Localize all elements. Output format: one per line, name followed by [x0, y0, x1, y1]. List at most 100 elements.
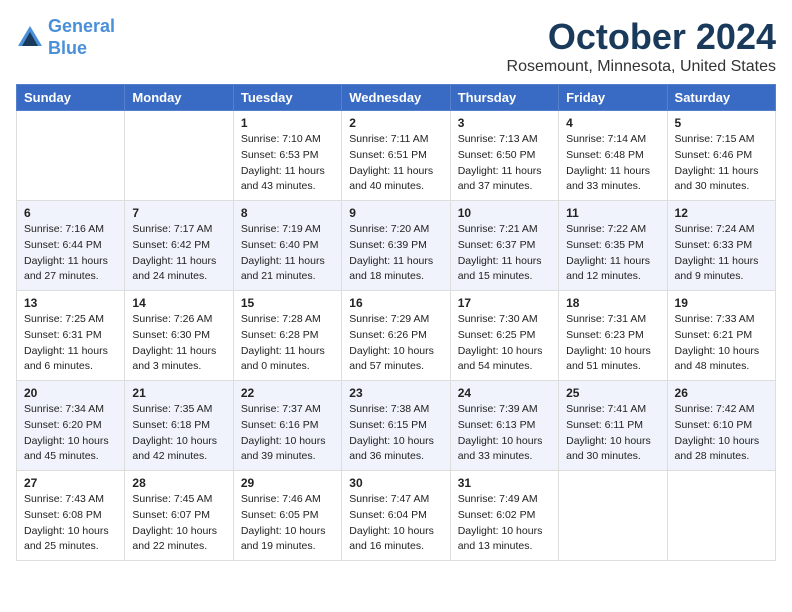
daylight: Daylight: 10 hours and 13 minutes.	[458, 525, 543, 553]
sunrise: Sunrise: 7:26 AM	[132, 313, 212, 325]
sunrise: Sunrise: 7:35 AM	[132, 403, 212, 415]
day-info: Sunrise: 7:20 AMSunset: 6:39 PMDaylight:…	[349, 222, 442, 285]
daylight: Daylight: 10 hours and 45 minutes.	[24, 435, 109, 463]
sunset: Sunset: 6:50 PM	[458, 149, 536, 161]
sunrise: Sunrise: 7:24 AM	[675, 223, 755, 235]
calendar-cell: 6Sunrise: 7:16 AMSunset: 6:44 PMDaylight…	[17, 201, 125, 291]
sunset: Sunset: 6:26 PM	[349, 329, 427, 341]
calendar-cell: 7Sunrise: 7:17 AMSunset: 6:42 PMDaylight…	[125, 201, 233, 291]
weekday-header-row: SundayMondayTuesdayWednesdayThursdayFrid…	[17, 85, 776, 111]
day-info: Sunrise: 7:35 AMSunset: 6:18 PMDaylight:…	[132, 402, 225, 465]
day-number: 4	[566, 116, 659, 130]
daylight: Daylight: 11 hours and 30 minutes.	[675, 165, 759, 193]
weekday-header: Wednesday	[342, 85, 450, 111]
daylight: Daylight: 10 hours and 36 minutes.	[349, 435, 434, 463]
daylight: Daylight: 10 hours and 19 minutes.	[241, 525, 326, 553]
daylight: Daylight: 11 hours and 12 minutes.	[566, 255, 650, 283]
sunset: Sunset: 6:28 PM	[241, 329, 319, 341]
daylight: Daylight: 10 hours and 51 minutes.	[566, 345, 651, 373]
sunrise: Sunrise: 7:14 AM	[566, 133, 646, 145]
weekday-header: Sunday	[17, 85, 125, 111]
sunset: Sunset: 6:23 PM	[566, 329, 644, 341]
daylight: Daylight: 10 hours and 16 minutes.	[349, 525, 434, 553]
sunset: Sunset: 6:25 PM	[458, 329, 536, 341]
day-info: Sunrise: 7:42 AMSunset: 6:10 PMDaylight:…	[675, 402, 768, 465]
calendar-cell: 24Sunrise: 7:39 AMSunset: 6:13 PMDayligh…	[450, 381, 558, 471]
day-number: 6	[24, 206, 117, 220]
day-number: 5	[675, 116, 768, 130]
day-info: Sunrise: 7:30 AMSunset: 6:25 PMDaylight:…	[458, 312, 551, 375]
main-title: October 2024	[507, 16, 776, 58]
sunset: Sunset: 6:44 PM	[24, 239, 102, 251]
sunrise: Sunrise: 7:19 AM	[241, 223, 321, 235]
day-number: 24	[458, 386, 551, 400]
sunrise: Sunrise: 7:16 AM	[24, 223, 104, 235]
day-number: 25	[566, 386, 659, 400]
day-info: Sunrise: 7:49 AM Sunset: 6:02 PM Daylight:…	[458, 492, 551, 555]
sunset: Sunset: 6:02 PM	[458, 509, 536, 521]
daylight: Daylight: 11 hours and 15 minutes.	[458, 255, 542, 283]
weekday-header: Thursday	[450, 85, 558, 111]
day-number: 17	[458, 296, 551, 310]
calendar-cell	[667, 471, 775, 561]
calendar-cell: 30Sunrise: 7:47 AMSunset: 6:04 PMDayligh…	[342, 471, 450, 561]
sunrise: Sunrise: 7:49 AM	[458, 493, 538, 505]
sunset: Sunset: 6:51 PM	[349, 149, 427, 161]
day-number: 11	[566, 206, 659, 220]
day-info: Sunrise: 7:14 AMSunset: 6:48 PMDaylight:…	[566, 132, 659, 195]
sunrise: Sunrise: 7:42 AM	[675, 403, 755, 415]
daylight: Daylight: 11 hours and 18 minutes.	[349, 255, 433, 283]
day-number: 10	[458, 206, 551, 220]
day-info: Sunrise: 7:31 AMSunset: 6:23 PMDaylight:…	[566, 312, 659, 375]
sunrise: Sunrise: 7:34 AM	[24, 403, 104, 415]
day-number: 22	[241, 386, 334, 400]
calendar-cell: 8Sunrise: 7:19 AMSunset: 6:40 PMDaylight…	[233, 201, 341, 291]
sunrise: Sunrise: 7:22 AM	[566, 223, 646, 235]
daylight: Daylight: 11 hours and 9 minutes.	[675, 255, 759, 283]
sunset: Sunset: 6:05 PM	[241, 509, 319, 521]
weekday-header: Friday	[559, 85, 667, 111]
day-info: Sunrise: 7:22 AMSunset: 6:35 PMDaylight:…	[566, 222, 659, 285]
day-number: 31	[458, 476, 551, 490]
calendar-cell: 28Sunrise: 7:45 AMSunset: 6:07 PMDayligh…	[125, 471, 233, 561]
sunset: Sunset: 6:30 PM	[132, 329, 210, 341]
sunset: Sunset: 6:53 PM	[241, 149, 319, 161]
sunrise: Sunrise: 7:30 AM	[458, 313, 538, 325]
sunrise: Sunrise: 7:37 AM	[241, 403, 321, 415]
day-number: 16	[349, 296, 442, 310]
day-info: Sunrise: 7:25 AMSunset: 6:31 PMDaylight:…	[24, 312, 117, 375]
daylight: Daylight: 11 hours and 6 minutes.	[24, 345, 108, 373]
daylight: Daylight: 10 hours and 30 minutes.	[566, 435, 651, 463]
day-info: Sunrise: 7:17 AMSunset: 6:42 PMDaylight:…	[132, 222, 225, 285]
calendar-cell: 11 Sunrise: 7:22 AMSunset: 6:35 PMDayligh…	[559, 201, 667, 291]
calendar-cell: 23Sunrise: 7:38 AMSunset: 6:15 PMDayligh…	[342, 381, 450, 471]
calendar-cell: 15Sunrise: 7:28 AMSunset: 6:28 PMDayligh…	[233, 291, 341, 381]
calendar-cell: 17Sunrise: 7:30 AMSunset: 6:25 PMDayligh…	[450, 291, 558, 381]
sunset: Sunset: 6:42 PM	[132, 239, 210, 251]
day-number: 30	[349, 476, 442, 490]
calendar-cell: 14Sunrise: 7:26 AMSunset: 6:30 PMDayligh…	[125, 291, 233, 381]
logo-text: General Blue	[48, 16, 115, 59]
calendar-week-row: 6 Sunrise: 7:16 AM Sunset: 6:44 PM Daylight…	[17, 201, 776, 291]
calendar-cell: 10Sunrise: 7:21 AMSunset: 6:37 PMDayligh…	[450, 201, 558, 291]
day-info: Sunrise: 7:16 AMSunset: 6:44 PMDaylight:…	[24, 222, 117, 285]
day-number: 20	[24, 386, 117, 400]
sunset: Sunset: 6:13 PM	[458, 419, 536, 431]
day-number: 29	[241, 476, 334, 490]
calendar-cell: 4Sunrise: 7:14 AMSunset: 6:48 PMDaylight…	[559, 111, 667, 201]
sunrise: Sunrise: 7:29 AM	[349, 313, 429, 325]
day-info: Sunrise: 7:10 AMSunset: 6:53 PMDaylight:…	[241, 132, 334, 195]
weekday-header: Monday	[125, 85, 233, 111]
day-info: Sunrise: 7:11 AMSunset: 6:51 PMDaylight:…	[349, 132, 442, 195]
page-header: General Blue October 2024 Rosemount, Min…	[16, 16, 776, 76]
sunset: Sunset: 6:48 PM	[566, 149, 644, 161]
calendar-cell: 20Sunrise: 7:34 AMSunset: 6:20 PMDayligh…	[17, 381, 125, 471]
sunset: Sunset: 6:39 PM	[349, 239, 427, 251]
calendar-cell: 27Sunrise: 7:43 AMSunset: 6:08 PMDayligh…	[17, 471, 125, 561]
sunrise: Sunrise: 7:41 AM	[566, 403, 646, 415]
day-number: 26	[675, 386, 768, 400]
sunrise: Sunrise: 7:11 AM	[349, 133, 428, 145]
daylight: Daylight: 11 hours and 3 minutes.	[132, 345, 216, 373]
day-number: 19	[675, 296, 768, 310]
weekday-header: Tuesday	[233, 85, 341, 111]
